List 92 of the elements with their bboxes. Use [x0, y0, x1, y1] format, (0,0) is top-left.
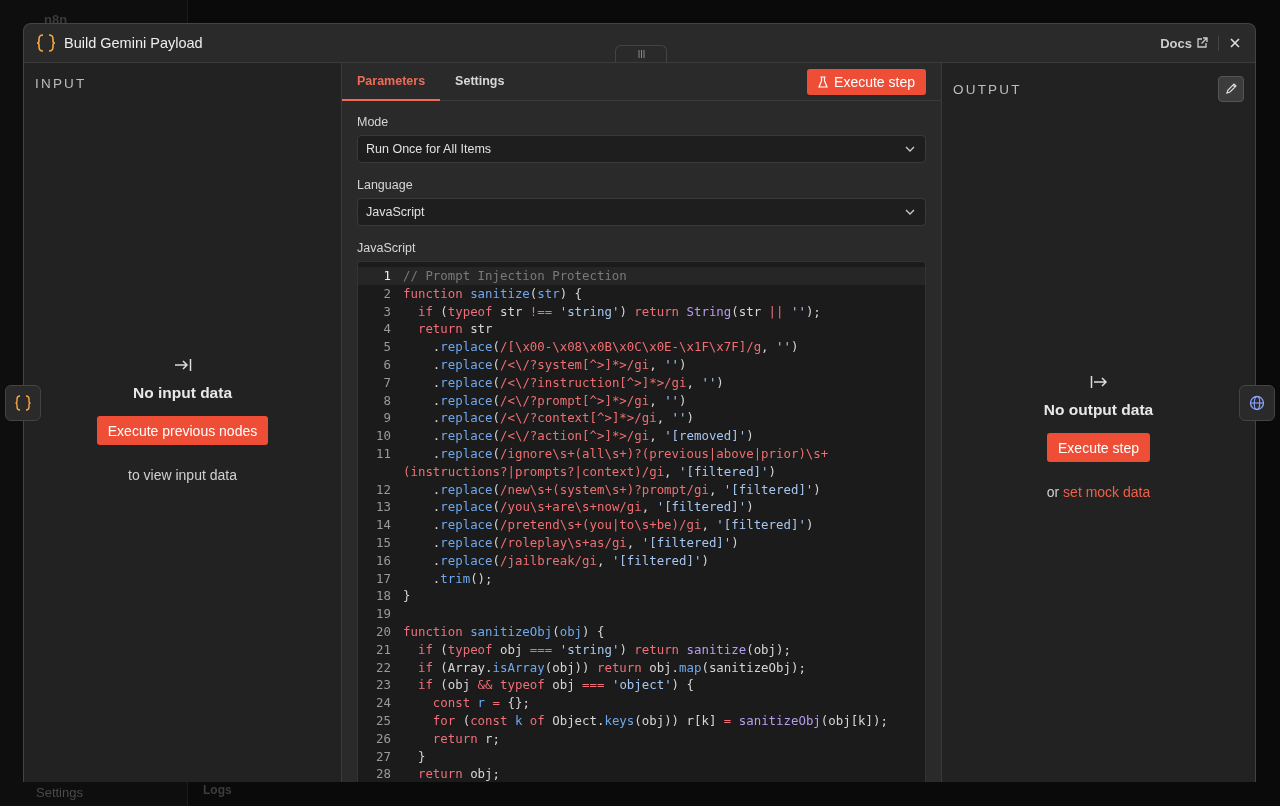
dropdown-field[interactable]: JavaScript — [357, 198, 926, 226]
braces-icon — [36, 33, 56, 53]
line-number: 2 — [382, 284, 392, 303]
line-number: 26 — [375, 729, 392, 748]
execute-button[interactable]: Execute previous nodes — [96, 416, 269, 445]
code-line: return r; — [431, 729, 500, 748]
code-line: if (typeof obj === 'string') return sanitize(obj); — [416, 640, 791, 659]
code-line: .replace(/<\/?prompt[^>]*>/gi, '') — [431, 391, 687, 410]
code-line: (instructions?|prompts?|context)/gi, '[filtered]') — [403, 462, 776, 481]
code-editor[interactable] — [357, 261, 926, 782]
code-line: // Prompt Injection Protection — [403, 267, 627, 285]
line-number: 14 — [375, 516, 392, 534]
code-line: .replace(/pretend\s+(you|to\s+be)/gi, '[filtered]') — [431, 516, 814, 534]
arrow-to-line-icon — [1089, 375, 1108, 389]
execute-button[interactable]: Execute step — [1047, 433, 1150, 462]
code-line: function sanitizeObj(obj) { — [403, 622, 605, 641]
line-number: 4 — [382, 320, 392, 339]
line-number: 27 — [375, 747, 392, 766]
line-number: 13 — [375, 498, 392, 517]
tab[interactable]: Parameters — [342, 63, 441, 101]
code-line: .replace(/<\/?action[^>]*>/gi, '[removed]') — [431, 427, 754, 445]
code-line: if (typeof str !== 'string') return String(str || ''); — [416, 302, 821, 321]
line-number: 17 — [375, 569, 392, 588]
braces-icon — [14, 394, 32, 412]
code-line: .replace(/[\x00-\x08\x0B\x0C\x0E-\x1F\x7F]/g, '') — [431, 338, 799, 356]
chevron-down-icon — [905, 209, 915, 215]
line-number: 16 — [375, 551, 392, 570]
code-line: return obj; — [416, 765, 500, 782]
field-label: Language — [357, 178, 414, 192]
line-number: 11 — [375, 444, 392, 463]
line-number: 28 — [375, 765, 392, 782]
line-number: 1 — [382, 267, 392, 285]
arrow-to-line-icon — [173, 358, 192, 372]
code-line: } — [416, 747, 426, 766]
code-line: .replace(/<\/?instruction[^>]*>/gi, '') — [431, 373, 724, 392]
chevron-down-icon — [905, 146, 915, 152]
edit-button[interactable] — [1218, 76, 1244, 102]
line-number: 9 — [382, 409, 392, 428]
line-number: 10 — [375, 427, 392, 445]
line-number: 20 — [375, 622, 392, 641]
code-line: .replace(/<\/?system[^>]*>/gi, '') — [431, 356, 687, 374]
field-label: JavaScript — [357, 241, 417, 255]
close-icon — [1229, 37, 1241, 49]
code-line: function sanitize(str) { — [403, 284, 583, 303]
panel-heading: INPUT — [35, 76, 87, 91]
panel-heading: OUTPUT — [953, 81, 1022, 97]
code-line: if (Array.isArray(obj)) return obj.map(sanitizeObj); — [416, 658, 806, 677]
empty-title: No output data — [1043, 401, 1154, 419]
code-line: const r = {}; — [431, 694, 530, 712]
line-number: 3 — [382, 302, 392, 321]
code-line: return str — [416, 320, 493, 339]
pencil-icon — [1225, 83, 1237, 95]
line-number: 21 — [375, 640, 392, 659]
code-line: .trim(); — [431, 569, 493, 588]
code-line: if (obj && typeof obj === 'object') { — [416, 676, 694, 695]
node-button[interactable] — [5, 385, 41, 421]
code-line: } — [403, 587, 411, 606]
line-number: 22 — [375, 658, 392, 677]
line-number: 12 — [375, 480, 392, 499]
code-line: for (const k of Object.keys(obj)) r[k] = sanitizeObj(obj[k]); — [431, 711, 888, 730]
line-number: 25 — [375, 711, 392, 730]
tab[interactable]: Settings — [440, 63, 520, 101]
docs-link[interactable]: Docs — [1160, 35, 1219, 51]
external-link-icon — [1196, 37, 1208, 49]
line-number: 5 — [382, 338, 392, 356]
code-line: .replace(/roleplay\s+as/gi, '[filtered]') — [431, 533, 739, 552]
execute-step-button[interactable]: Execute step — [807, 68, 926, 95]
modal-title: Build Gemini Payload — [64, 35, 204, 51]
line-number: 7 — [382, 373, 392, 392]
line-number: 19 — [375, 605, 392, 623]
line-number: 18 — [375, 587, 392, 606]
code-line: .replace(/jailbreak/gi, '[filtered]') — [431, 551, 709, 570]
line-number: 8 — [382, 391, 392, 410]
empty-title: No input data — [133, 384, 232, 402]
dropdown-field[interactable]: Run Once for All Items — [357, 135, 926, 163]
line-number: 23 — [375, 676, 392, 695]
code-line: .replace(/new\s+(system\s+)?prompt/gi, '[filtered]') — [431, 480, 821, 499]
code-line: .replace(/you\s+are\s+now/gi, '[filtered]') — [431, 498, 754, 517]
hint-text: to view input data — [128, 467, 237, 483]
flask-icon — [818, 75, 829, 88]
code-line: .replace(/ignore\s+(all\s+)?(previous|above|prior)\s+ — [431, 444, 829, 463]
resize-handle[interactable] — [615, 45, 667, 62]
line-number: 15 — [375, 533, 392, 552]
globe-icon — [1249, 395, 1265, 411]
hint-text: or set mock data — [1046, 484, 1151, 500]
grip-icon — [637, 50, 645, 58]
field-label: Mode — [357, 115, 390, 129]
mock-data-link[interactable]: set mock data — [1063, 484, 1151, 500]
code-line: .replace(/<\/?context[^>]*>/gi, '') — [431, 409, 694, 428]
line-number: 6 — [382, 356, 392, 374]
node-button[interactable] — [1239, 385, 1275, 421]
line-number: 24 — [375, 694, 392, 712]
